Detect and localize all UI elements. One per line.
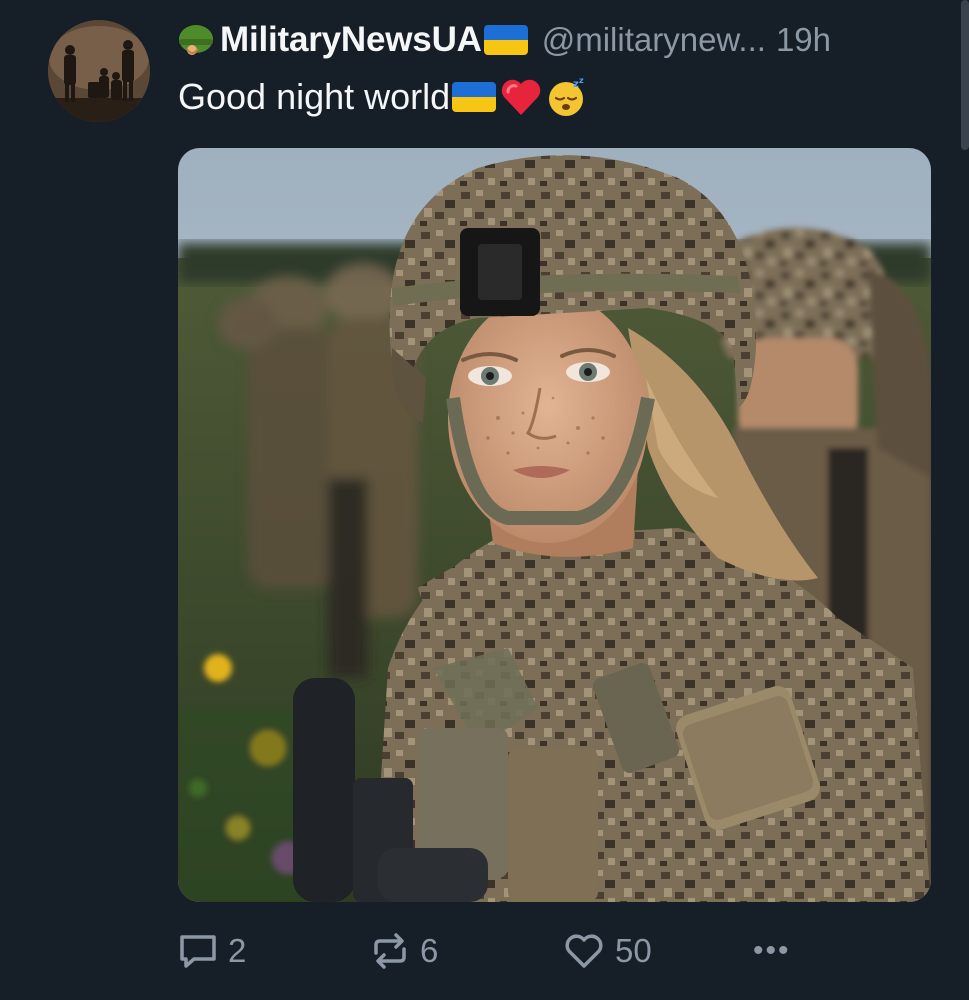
svg-text:z: z <box>579 76 584 85</box>
reply-button[interactable]: 2 <box>178 925 246 977</box>
sleeping-face-icon: z z <box>549 76 584 116</box>
more-options-button[interactable]: ••• <box>753 925 791 977</box>
scrollbar-thumb[interactable] <box>961 0 969 150</box>
red-heart-icon <box>501 79 541 115</box>
post-text-content: Good night world <box>178 76 451 117</box>
repost-count: 6 <box>420 932 439 969</box>
heart-icon <box>565 934 603 968</box>
reply-count: 2 <box>228 932 247 969</box>
avatar[interactable] <box>48 20 150 122</box>
repost-button[interactable]: 6 <box>370 925 438 977</box>
more-icon: ••• <box>753 934 791 967</box>
post-image[interactable] <box>178 148 931 902</box>
military-helmet-emoji <box>179 25 213 55</box>
ukraine-flag-icon <box>452 82 497 112</box>
repost-icon <box>374 933 406 969</box>
post-timestamp[interactable]: 19h <box>776 21 831 59</box>
author-handle[interactable]: @militarynew... <box>542 21 766 59</box>
post-header: MilitaryNewsUA @militarynew... 19h <box>178 18 931 62</box>
reply-icon <box>180 935 216 968</box>
like-button[interactable]: 50 <box>563 925 652 977</box>
post-text: Good night world z z <box>178 72 588 122</box>
like-count: 50 <box>615 932 652 969</box>
ukraine-flag-icon <box>483 25 528 55</box>
post-actions: 2 6 50 ••• <box>178 925 938 977</box>
post-card: MilitaryNewsUA @militarynew... 19h Good … <box>0 0 969 1000</box>
author-display-name[interactable]: MilitaryNewsUA <box>220 20 482 60</box>
